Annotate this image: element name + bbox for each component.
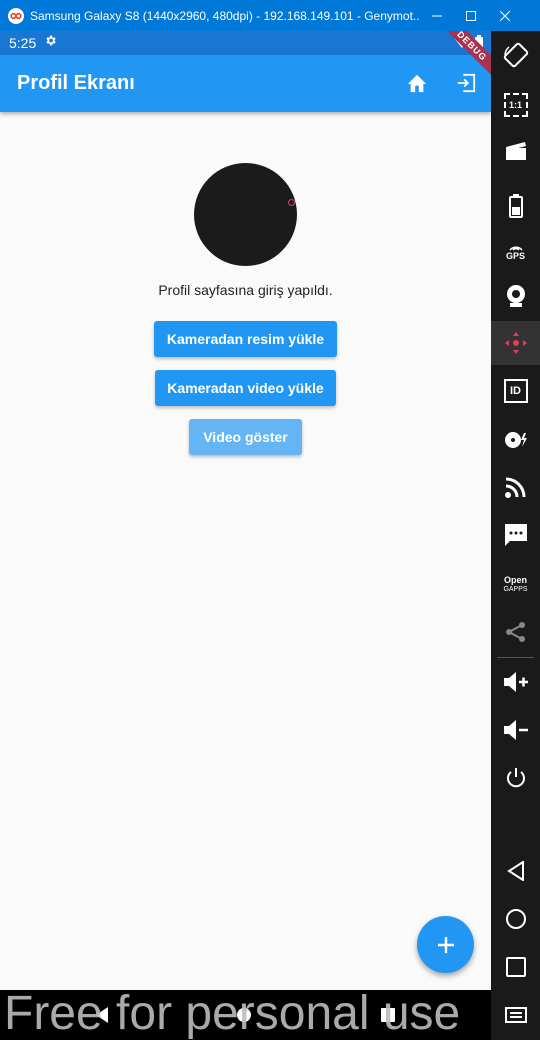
open-label: Open [503, 575, 527, 585]
upload-video-button[interactable]: Kameradan video yükle [155, 370, 336, 406]
disk-io-icon[interactable] [491, 418, 540, 462]
window-title: Samsung Galaxy S8 (1440x2960, 480dpi) - … [30, 8, 420, 23]
show-video-button[interactable]: Video göster [189, 419, 302, 455]
genymotion-toolbar: 1:1 GPS ID Open GAPPS [491, 31, 540, 1040]
logout-button[interactable] [452, 69, 480, 97]
phone-screen: 5:25 Profil Ekranı DEBUG Profil sayfasın… [0, 31, 491, 990]
open-gapps-icon[interactable]: Open GAPPS [491, 563, 540, 607]
android-status-bar: 5:25 [0, 31, 491, 55]
home-nav-icon[interactable] [491, 897, 540, 941]
battery-icon[interactable] [491, 184, 540, 228]
power-icon[interactable] [491, 756, 540, 800]
share-icon[interactable] [491, 610, 540, 654]
avatar-indicator-icon [288, 199, 295, 206]
app-bar: Profil Ekranı [0, 55, 491, 112]
pixel-perfect-icon[interactable]: 1:1 [491, 83, 540, 127]
exit-icon [457, 73, 476, 93]
profile-avatar[interactable] [194, 163, 297, 266]
back-icon[interactable] [491, 849, 540, 893]
plus-icon [437, 936, 454, 953]
home-icon [407, 74, 427, 93]
login-message: Profil sayfasına giriş yapıldı. [158, 282, 333, 298]
upload-image-button[interactable]: Kameradan resim yükle [154, 321, 337, 357]
gapps-label: GAPPS [503, 586, 528, 593]
rotate-icon[interactable] [491, 33, 540, 77]
maximize-button[interactable] [454, 0, 488, 31]
capture-icon[interactable] [491, 129, 540, 173]
identifiers-icon[interactable]: ID [491, 369, 540, 413]
page-title: Profil Ekranı [17, 72, 135, 94]
volume-down-icon[interactable] [491, 708, 540, 752]
identifiers-label: ID [510, 385, 521, 397]
cast-icon[interactable] [491, 465, 540, 509]
add-fab-button[interactable] [417, 916, 474, 973]
window-title-bar: Samsung Galaxy S8 (1440x2960, 480dpi) - … [0, 0, 540, 31]
home-button[interactable] [403, 69, 431, 97]
status-time: 5:25 [9, 35, 37, 51]
pixel-perfect-label: 1:1 [508, 100, 522, 110]
close-button[interactable] [488, 0, 522, 31]
gps-label: GPS [505, 251, 525, 261]
minimize-button[interactable] [420, 0, 454, 31]
recents-icon[interactable] [491, 945, 540, 989]
toolbar-divider [497, 657, 534, 658]
volume-up-icon[interactable] [491, 660, 540, 704]
camera-icon[interactable] [491, 274, 540, 318]
menu-icon[interactable] [491, 993, 540, 1037]
sms-icon[interactable] [491, 513, 540, 557]
move-icon[interactable] [491, 321, 540, 365]
gps-icon[interactable]: GPS [491, 230, 540, 274]
genymotion-logo-icon [8, 7, 24, 24]
watermark-text: Free for personal use [4, 987, 461, 1040]
settings-gear-icon [44, 34, 57, 52]
